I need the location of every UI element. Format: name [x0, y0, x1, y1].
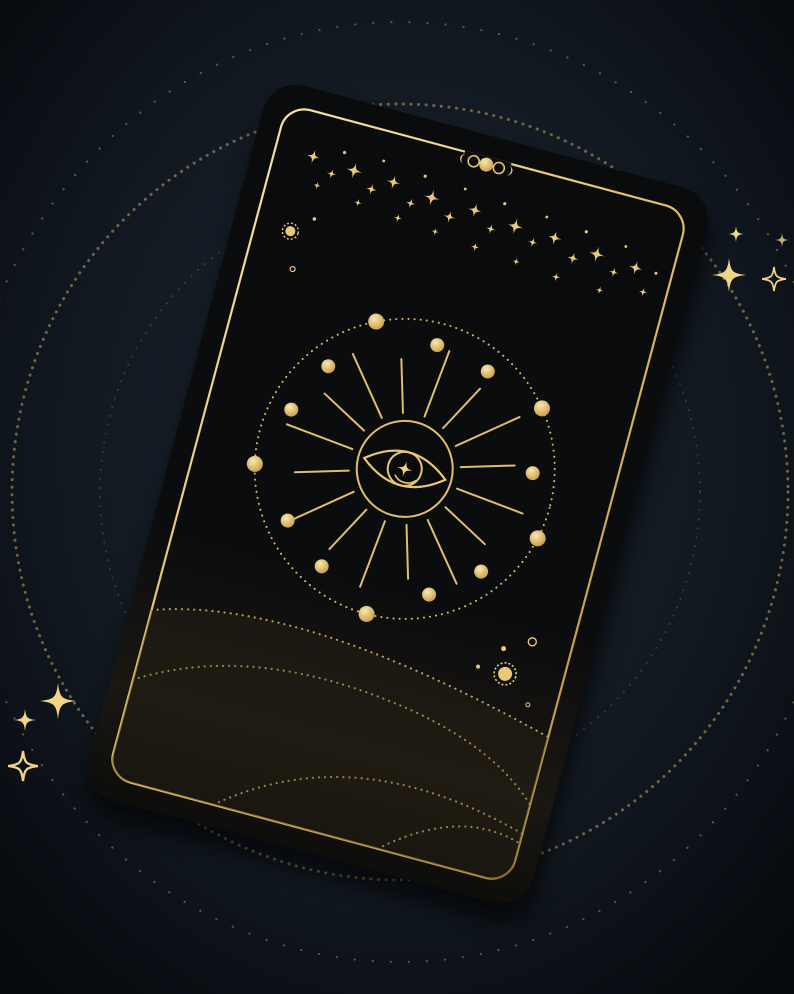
- tarot-scene: [0, 0, 794, 994]
